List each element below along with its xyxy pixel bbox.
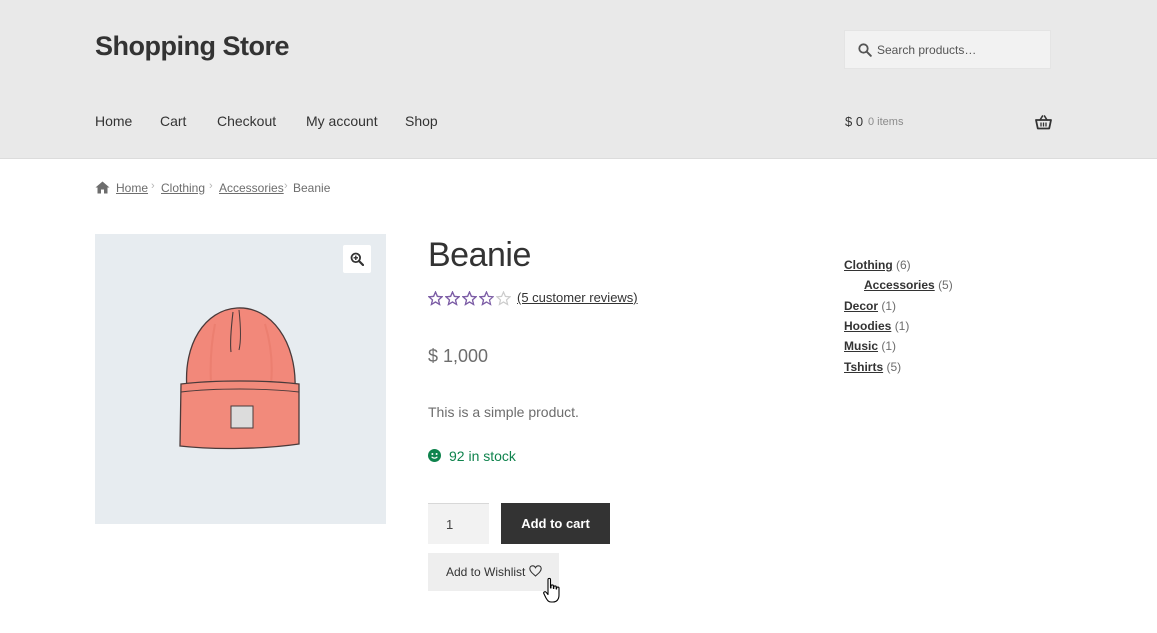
breadcrumb-home[interactable]: Home — [116, 181, 148, 195]
cart-total[interactable]: $ 0 — [845, 114, 863, 129]
nav-item-home[interactable]: Home — [95, 113, 132, 129]
category-link-music[interactable]: Music — [844, 339, 878, 353]
hand-cursor-icon — [543, 577, 560, 603]
smile-icon — [428, 449, 441, 462]
site-title[interactable]: Shopping Store — [95, 31, 289, 62]
cart-count[interactable]: 0 items — [868, 116, 903, 128]
star-icon — [479, 291, 494, 306]
add-to-cart-button[interactable]: Add to cart — [501, 503, 610, 544]
zoom-icon — [350, 252, 364, 266]
category-count: (6) — [896, 258, 911, 272]
star-icon — [428, 291, 443, 306]
category-item: Tshirts (5) — [844, 360, 901, 374]
category-count: (5) — [886, 360, 902, 374]
nav-item-checkout[interactable]: Checkout — [217, 113, 276, 129]
category-count: (1) — [881, 339, 897, 353]
breadcrumb-clothing[interactable]: Clothing — [161, 181, 205, 195]
basket-icon[interactable] — [1035, 115, 1052, 130]
category-link-tshirts[interactable]: Tshirts — [844, 360, 883, 374]
reviews-link[interactable]: (5 customer reviews) — [517, 290, 638, 305]
search-icon — [858, 43, 872, 57]
nav-item-cart[interactable]: Cart — [160, 113, 186, 129]
breadcrumb-accessories[interactable]: Accessories — [219, 181, 284, 195]
add-to-wishlist-button[interactable]: Add to Wishlist — [428, 553, 559, 591]
product-gallery[interactable] — [95, 234, 386, 524]
product-title: Beanie — [428, 236, 531, 274]
quantity-input[interactable] — [428, 503, 489, 544]
category-item: Accessories (5) — [864, 278, 953, 292]
star-icon — [496, 291, 511, 306]
wishlist-label: Add to Wishlist — [446, 565, 526, 579]
breadcrumb-separator: › — [284, 180, 288, 192]
search-input[interactable] — [877, 39, 1047, 61]
beanie-image — [179, 307, 300, 450]
nav-item-my-account[interactable]: My account — [306, 113, 378, 129]
category-item: Music (1) — [844, 339, 896, 353]
category-link-decor[interactable]: Decor — [844, 299, 878, 313]
breadcrumb-separator: › — [209, 180, 213, 192]
category-item: Clothing (6) — [844, 258, 911, 272]
home-icon — [95, 181, 110, 194]
category-count: (1) — [894, 319, 910, 333]
star-icon — [445, 291, 460, 306]
site-header: Shopping Store Home Cart Checkout My acc… — [0, 0, 1157, 159]
product-description: This is a simple product. — [428, 404, 579, 420]
zoom-button[interactable] — [343, 245, 371, 273]
category-link-accessories[interactable]: Accessories — [864, 278, 935, 292]
category-link-clothing[interactable]: Clothing — [844, 258, 893, 272]
search-box[interactable] — [844, 30, 1051, 69]
product-price: $ 1,000 — [428, 346, 489, 366]
breadcrumb-current: Beanie — [293, 181, 331, 195]
nav-item-shop[interactable]: Shop — [405, 113, 438, 129]
star-rating — [428, 291, 513, 307]
category-count: (5) — [938, 278, 953, 292]
category-item: Decor (1) — [844, 299, 896, 313]
category-item: Hoodies (1) — [844, 319, 909, 333]
heart-icon — [529, 565, 542, 577]
category-count: (1) — [881, 299, 897, 313]
stock-text: 92 in stock — [449, 448, 516, 464]
star-icon — [462, 291, 477, 306]
category-link-hoodies[interactable]: Hoodies — [844, 319, 891, 333]
breadcrumb-separator: › — [151, 180, 155, 192]
